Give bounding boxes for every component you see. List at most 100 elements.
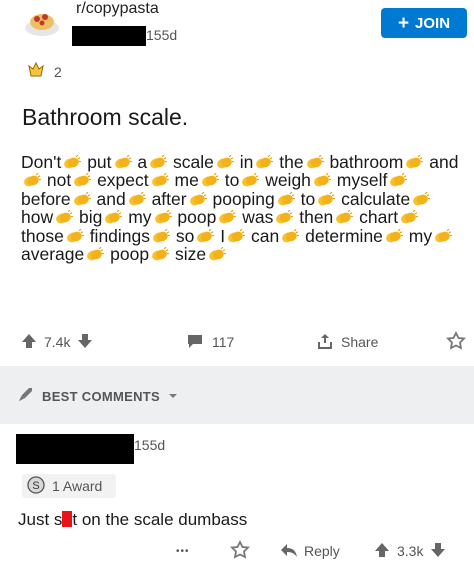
- body-word: pooping: [212, 188, 275, 209]
- body-word: a: [137, 152, 148, 172]
- comments-button[interactable]: 117: [186, 330, 234, 354]
- body-word: was: [242, 207, 274, 228]
- clap-icon: [103, 209, 123, 225]
- clap-icon: [195, 228, 215, 244]
- body-word: expect: [97, 170, 149, 191]
- more-options-button[interactable]: •••: [176, 539, 190, 563]
- body-word: my: [128, 207, 152, 228]
- award-count: 2: [54, 63, 62, 80]
- clap-icon: [151, 228, 170, 244]
- body-word: scale: [173, 152, 214, 172]
- arrow-up-icon[interactable]: [373, 541, 391, 562]
- clap-icon: [113, 154, 132, 170]
- clap-icon: [316, 191, 336, 207]
- comment-award-button[interactable]: [230, 539, 250, 563]
- clap-icon: [72, 173, 92, 188]
- upvote-count: 7.4k: [44, 334, 71, 350]
- body-word: I: [220, 225, 226, 246]
- body-word: bathroom: [329, 152, 404, 172]
- clap-icon: [312, 173, 331, 188]
- clap-icon: [22, 173, 41, 188]
- post-body: Don't put a scale in the bathroom and no…: [21, 153, 461, 263]
- clap-icon: [54, 209, 73, 225]
- body-word: and: [429, 152, 459, 172]
- body-word: to: [300, 188, 316, 209]
- body-word: to: [224, 170, 240, 191]
- sort-dropdown[interactable]: BEST COMMENTS: [16, 386, 178, 407]
- arrow-up-icon[interactable]: [20, 332, 38, 353]
- subreddit-avatar[interactable]: [22, 2, 62, 42]
- clap-icon: [433, 228, 452, 244]
- clap-icon: [127, 191, 146, 207]
- comment-age: 155d: [134, 437, 166, 453]
- award-outline-icon: [230, 539, 250, 563]
- clap-icon: [85, 246, 105, 262]
- comment-text: Just st on the scale dumbass: [18, 510, 248, 529]
- body-word: size: [174, 244, 207, 265]
- body-word: weigh: [265, 170, 311, 191]
- arrow-down-icon[interactable]: [429, 541, 447, 562]
- share-label: Share: [341, 334, 379, 350]
- post-awards[interactable]: 2: [26, 60, 62, 83]
- share-icon: [316, 332, 334, 353]
- clap-icon: [388, 173, 408, 188]
- comment-vote-controls: 3.3k: [373, 539, 447, 563]
- reply-icon: [280, 541, 298, 562]
- vote-controls: 7.4k: [20, 330, 94, 354]
- clap-icon: [276, 191, 295, 207]
- clap-icon: [200, 173, 219, 188]
- clap-icon: [148, 154, 167, 170]
- arrow-down-icon[interactable]: [76, 332, 94, 353]
- rocket-icon: [16, 386, 34, 407]
- body-word: poop: [177, 207, 217, 228]
- redacted-username: [72, 26, 146, 46]
- award-button[interactable]: [446, 330, 466, 354]
- body-word: then: [299, 207, 334, 228]
- body-word: Don't: [21, 152, 62, 172]
- body-word: how: [21, 207, 54, 228]
- clap-icon: [280, 228, 300, 244]
- reply-button[interactable]: Reply: [280, 539, 340, 563]
- comment-vote-count: 3.3k: [397, 543, 424, 559]
- subreddit-name[interactable]: r/copypasta: [76, 0, 159, 18]
- award-outline-icon: [446, 330, 466, 354]
- award-icon: [26, 60, 46, 83]
- body-word: chart: [359, 207, 399, 228]
- body-word: those: [21, 225, 64, 246]
- body-word: my: [408, 225, 433, 246]
- body-word: determine: [305, 225, 383, 246]
- post-age: 155d: [146, 27, 178, 43]
- redacted-commenter: [16, 434, 134, 464]
- sort-label: BEST COMMENTS: [42, 389, 161, 404]
- svg-text:S: S: [32, 480, 39, 492]
- clap-icon: [62, 154, 82, 170]
- clap-icon: [240, 173, 260, 188]
- post-title[interactable]: Bathroom scale.: [22, 104, 188, 131]
- clap-icon: [207, 246, 226, 262]
- comment-award[interactable]: S 1 Award: [22, 474, 116, 498]
- body-word: so: [175, 225, 195, 246]
- clap-icon: [305, 154, 324, 170]
- body-word: the: [279, 152, 304, 172]
- body-word: before: [21, 188, 71, 209]
- clap-icon: [399, 209, 418, 225]
- join-button[interactable]: + JOIN: [381, 8, 467, 38]
- body-word: average: [21, 244, 85, 265]
- clap-icon: [254, 154, 274, 170]
- clap-icon: [334, 209, 354, 225]
- body-word: me: [174, 170, 199, 191]
- body-word: can: [251, 225, 280, 246]
- share-button[interactable]: Share: [316, 330, 378, 354]
- clap-icon: [188, 191, 207, 207]
- comment-count: 117: [212, 334, 235, 350]
- clap-icon: [217, 209, 237, 225]
- clap-icon: [150, 173, 169, 188]
- body-word: not: [46, 170, 72, 191]
- clap-icon: [65, 228, 84, 244]
- chevron-down-icon: [168, 389, 178, 404]
- red-censor-block: [62, 511, 73, 527]
- clap-icon: [274, 209, 294, 225]
- clap-icon: [384, 228, 403, 244]
- clap-icon: [72, 191, 91, 207]
- award-label: 1 Award: [52, 478, 103, 494]
